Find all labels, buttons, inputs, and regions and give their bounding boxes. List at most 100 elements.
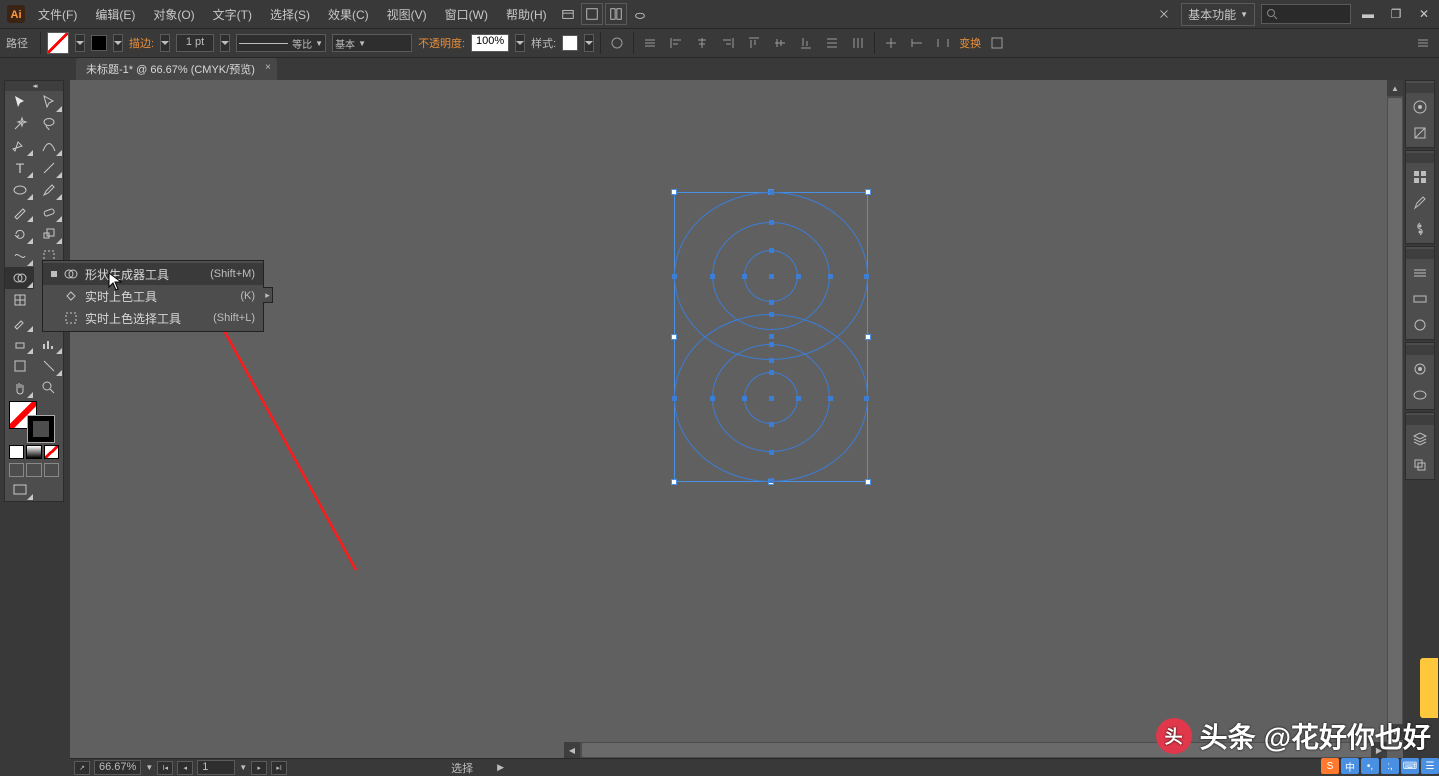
menu-select[interactable]: 选择(S) xyxy=(262,2,318,27)
stroke-weight-stepper[interactable] xyxy=(160,34,170,52)
zoom-field[interactable]: 66.67% xyxy=(94,760,141,775)
brushes-panel-icon[interactable] xyxy=(1407,191,1433,215)
transform-label[interactable]: 变换 xyxy=(959,35,981,51)
symbols-panel-icon[interactable] xyxy=(1407,217,1433,241)
fill-swatch[interactable] xyxy=(47,32,69,54)
panel-collapse-handle[interactable] xyxy=(1406,415,1434,425)
panel-collapse-handle[interactable] xyxy=(1406,83,1434,93)
cloud-icon[interactable] xyxy=(629,3,651,25)
color-mode-solid[interactable] xyxy=(9,445,24,459)
paintbrush-tool[interactable] xyxy=(34,179,63,201)
swatches-panel-icon[interactable] xyxy=(1407,165,1433,189)
menu-window[interactable]: 窗口(W) xyxy=(437,2,496,27)
stroke-panel-icon[interactable] xyxy=(1407,261,1433,285)
magic-wand-tool[interactable] xyxy=(5,113,34,135)
window-restore[interactable]: ❐ xyxy=(1385,5,1407,23)
flyout-live-paint-selection[interactable]: 实时上色选择工具 (Shift+L) xyxy=(43,307,263,329)
scroll-up-arrow[interactable]: ▲ xyxy=(1387,80,1403,96)
opacity-dropdown[interactable] xyxy=(515,34,525,52)
close-tab-icon[interactable]: × xyxy=(265,62,271,73)
fill-stroke-proxy[interactable] xyxy=(5,399,63,443)
opacity-field[interactable]: 100% xyxy=(471,34,509,52)
ime-punct-icon[interactable]: •, xyxy=(1361,758,1379,774)
screen-mode[interactable] xyxy=(5,479,34,501)
sync-icon[interactable] xyxy=(1153,3,1175,25)
draw-behind-icon[interactable] xyxy=(26,463,41,477)
align-right-icon[interactable] xyxy=(718,33,738,53)
color-mode-gradient[interactable] xyxy=(26,445,41,459)
color-mode-none[interactable] xyxy=(44,445,59,459)
bbox-handle-mr[interactable] xyxy=(865,334,871,340)
align-menu-icon[interactable] xyxy=(640,33,660,53)
stroke-weight-field[interactable]: 1 pt xyxy=(176,34,214,52)
bbox-handle-br[interactable] xyxy=(865,479,871,485)
ime-lang-icon[interactable]: 中 xyxy=(1341,758,1359,774)
panel-collapse-handle[interactable] xyxy=(1406,249,1434,259)
eyedropper-tool[interactable] xyxy=(5,311,34,333)
isolate-icon[interactable] xyxy=(881,33,901,53)
type-tool[interactable]: T xyxy=(5,157,34,179)
graphic-style-dropdown[interactable] xyxy=(584,34,594,52)
color-guide-panel-icon[interactable] xyxy=(1407,121,1433,145)
canvas[interactable]: ▲ ▼ ◀ ▶ xyxy=(70,80,1403,758)
artboard-first[interactable]: I◂ xyxy=(157,761,173,775)
column-graph-tool[interactable] xyxy=(34,333,63,355)
graphic-styles-panel-icon[interactable] xyxy=(1407,383,1433,407)
pencil-tool[interactable] xyxy=(5,201,34,223)
align-top-icon[interactable] xyxy=(744,33,764,53)
distrib-h-icon[interactable] xyxy=(848,33,868,53)
recolor-icon[interactable] xyxy=(607,33,627,53)
distrib-v-icon[interactable] xyxy=(822,33,842,53)
slice-tool[interactable] xyxy=(34,355,63,377)
scroll-thumb-v[interactable] xyxy=(1388,98,1402,738)
draw-normal-icon[interactable] xyxy=(9,463,24,477)
transform-icon[interactable] xyxy=(987,33,1007,53)
search-field[interactable] xyxy=(1261,4,1351,24)
artboard-field[interactable]: 1 xyxy=(197,760,235,775)
fill-dropdown[interactable] xyxy=(75,34,85,52)
zoom-tool[interactable] xyxy=(34,377,63,399)
eraser-tool[interactable] xyxy=(34,201,63,223)
graphic-style-swatch[interactable] xyxy=(562,35,578,51)
stroke-label[interactable]: 描边: xyxy=(129,35,154,51)
menu-edit[interactable]: 编辑(E) xyxy=(87,2,143,27)
mesh-tool[interactable] xyxy=(5,289,34,311)
panel-collapse-handle[interactable] xyxy=(1406,345,1434,355)
artboard-next[interactable]: ▸ xyxy=(251,761,267,775)
direct-selection-tool[interactable] xyxy=(34,91,63,113)
stroke-swatch[interactable] xyxy=(91,35,107,51)
select-similar-icon[interactable] xyxy=(933,33,953,53)
flyout-tearoff-handle[interactable] xyxy=(263,287,273,303)
lasso-tool[interactable] xyxy=(34,113,63,135)
gradient-panel-icon[interactable] xyxy=(1407,287,1433,311)
stroke-weight-dropdown[interactable] xyxy=(220,34,230,52)
transparency-panel-icon[interactable] xyxy=(1407,313,1433,337)
flyout-shape-builder[interactable]: 形状生成器工具 (Shift+M) xyxy=(43,263,263,285)
scroll-left-arrow[interactable]: ◀ xyxy=(564,742,580,758)
menu-object[interactable]: 对象(O) xyxy=(145,2,202,27)
align-vcenter-icon[interactable] xyxy=(770,33,790,53)
shape-builder-tool[interactable] xyxy=(5,267,34,289)
panel-collapse-handle[interactable] xyxy=(1406,153,1434,163)
ellipse-tool[interactable] xyxy=(5,179,34,201)
ime-kb-icon[interactable]: ⌨ xyxy=(1401,758,1419,774)
line-tool[interactable] xyxy=(34,157,63,179)
menu-view[interactable]: 视图(V) xyxy=(379,2,435,27)
align-hcenter-icon[interactable] xyxy=(692,33,712,53)
width-profile-dropdown[interactable]: 等比 ▼ xyxy=(236,34,326,52)
bbox-handle-bl[interactable] xyxy=(671,479,677,485)
bbox-handle-tl[interactable] xyxy=(671,189,677,195)
color-panel-icon[interactable] xyxy=(1407,95,1433,119)
doc-arrange-icon[interactable] xyxy=(581,3,603,25)
workspace-switcher[interactable]: 基本功能 ▼ xyxy=(1181,3,1255,26)
window-close[interactable]: ✕ xyxy=(1413,5,1435,23)
width-tool[interactable] xyxy=(5,245,34,267)
side-extension-tab[interactable] xyxy=(1420,658,1438,718)
selected-artwork[interactable] xyxy=(674,192,868,482)
window-minimize[interactable]: ▬ xyxy=(1357,5,1379,23)
selection-tool[interactable] xyxy=(5,91,34,113)
stroke-dropdown[interactable] xyxy=(113,34,123,52)
artboard-last[interactable]: ▸I xyxy=(271,761,287,775)
status-share-icon[interactable]: ↗ xyxy=(74,761,90,775)
artboard-prev[interactable]: ◂ xyxy=(177,761,193,775)
